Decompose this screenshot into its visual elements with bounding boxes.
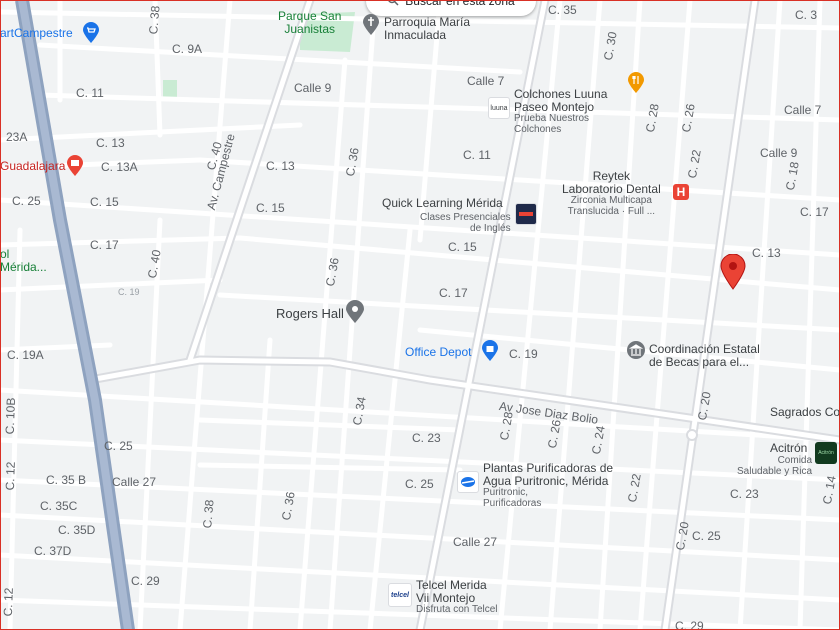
street-label: C. 23	[730, 487, 759, 501]
puritronic-logo[interactable]	[457, 471, 479, 493]
street-label: C. 25	[692, 529, 721, 543]
street-label: C. 15	[90, 195, 119, 209]
street-label: C. 17	[439, 286, 468, 300]
park-label[interactable]: Parque San Juanistas	[278, 10, 341, 35]
street-label: C. 3	[795, 8, 818, 22]
street-label: 23A	[6, 130, 28, 144]
government-building-icon[interactable]	[626, 340, 646, 365]
street-label: Calle 9	[760, 146, 798, 160]
street-label: C. 9A	[172, 42, 203, 56]
sagrados-label[interactable]: Sagrados Co	[770, 406, 840, 419]
acitron-label[interactable]: Acitrón	[770, 442, 807, 455]
guadalajara-label[interactable]: Guadalajara	[0, 160, 65, 173]
street-label: C. 29	[675, 619, 704, 630]
street-label: C. 35C	[40, 499, 78, 513]
street-label: C. 38	[146, 5, 163, 35]
shopping-bag-icon[interactable]	[481, 340, 499, 367]
location-pin-icon[interactable]	[345, 300, 365, 329]
search-this-area-label: Buscar en esta zona	[405, 0, 515, 8]
quick-learning-label[interactable]: Quick Learning Mérida	[382, 197, 503, 210]
colchones-label[interactable]: Colchones Luuna Paseo Montejo Prueba Nues…	[514, 88, 607, 135]
street-label: C. 13A	[101, 160, 138, 174]
street-label: C. 19	[509, 347, 538, 361]
street-label: C. 29	[131, 574, 160, 588]
street-label: C. 10B	[2, 397, 18, 435]
red-location-pin-icon[interactable]	[720, 253, 746, 295]
search-this-area-button[interactable]: Buscar en esta zona	[366, 0, 536, 16]
street-label: Calle 27	[453, 535, 498, 549]
street-label: C. 12	[0, 587, 16, 617]
place-of-worship-icon[interactable]	[362, 14, 380, 41]
street-label: Calle 9	[294, 81, 332, 95]
street-label: C. 19	[118, 287, 140, 297]
street-label: C. 12	[2, 461, 18, 491]
telcel-logo[interactable]: telcel	[388, 583, 412, 607]
merida-left-label[interactable]: ol Mérida...	[0, 248, 47, 273]
quick-learning-subtitle: Clases Presenciales de Inglés	[420, 212, 511, 234]
plantas-label[interactable]: Plantas Purificadoras de Agua Puritronic,…	[483, 462, 613, 509]
quick-learning-logo[interactable]	[515, 203, 537, 225]
street-label: C. 25	[12, 194, 41, 208]
street-label: C. 25	[104, 439, 133, 453]
street-label: C. 17	[90, 238, 119, 252]
street-label: Calle 27	[112, 475, 157, 489]
search-icon	[387, 0, 399, 9]
street-label: Calle 7	[467, 74, 505, 88]
street-label: C. 13	[266, 159, 295, 173]
street-label: C. 13	[96, 136, 125, 150]
shopping-cart-icon[interactable]	[82, 22, 100, 49]
office-depot-label[interactable]: Office Depot	[405, 346, 471, 359]
becas-label[interactable]: Coordinación Estatal de Becas para el...	[649, 343, 760, 368]
street-label: C. 38	[200, 499, 217, 529]
street-label: Calle 7	[784, 103, 822, 117]
rogers-hall-label[interactable]: Rogers Hall	[276, 307, 344, 321]
street-label: C. 19A	[7, 348, 44, 362]
street-label: C. 23	[412, 431, 441, 445]
street-label: C. 15	[448, 240, 477, 254]
street-label: C. 17	[800, 205, 829, 219]
acitron-subtitle: Comida Saludable y Rica	[737, 455, 813, 477]
street-label: C. 13	[752, 246, 781, 260]
street-label: C. 35 B	[46, 473, 87, 487]
street-label: C. 37D	[34, 544, 72, 558]
restaurant-icon[interactable]	[627, 72, 645, 99]
street-label: C. 35D	[58, 523, 96, 537]
telcel-label[interactable]: Telcel Merida Vii Montejo Disfruta con Te…	[416, 579, 498, 615]
parroquia-label[interactable]: Parroquia María Inmaculada	[384, 16, 470, 41]
street-label: C. 11	[463, 148, 491, 162]
luuna-logo[interactable]: luuna	[488, 97, 510, 119]
walmart-label[interactable]: artCampestre	[0, 27, 73, 40]
street-label: C. 35	[548, 3, 577, 17]
street-label: C. 15	[256, 201, 285, 215]
store-icon[interactable]	[66, 155, 84, 182]
hospital-icon[interactable]: H	[673, 184, 689, 200]
street-label: C. 11	[76, 86, 104, 100]
acitron-logo[interactable]: Acitrón	[815, 442, 837, 464]
street-label: C. 25	[405, 477, 434, 491]
reytek-label[interactable]: Reytek Laboratorio Dental Zirconia Multic…	[562, 170, 661, 217]
map-canvas[interactable]: Buscar en esta zona C. 35 C. 3 C. 9A Cal…	[0, 0, 840, 630]
